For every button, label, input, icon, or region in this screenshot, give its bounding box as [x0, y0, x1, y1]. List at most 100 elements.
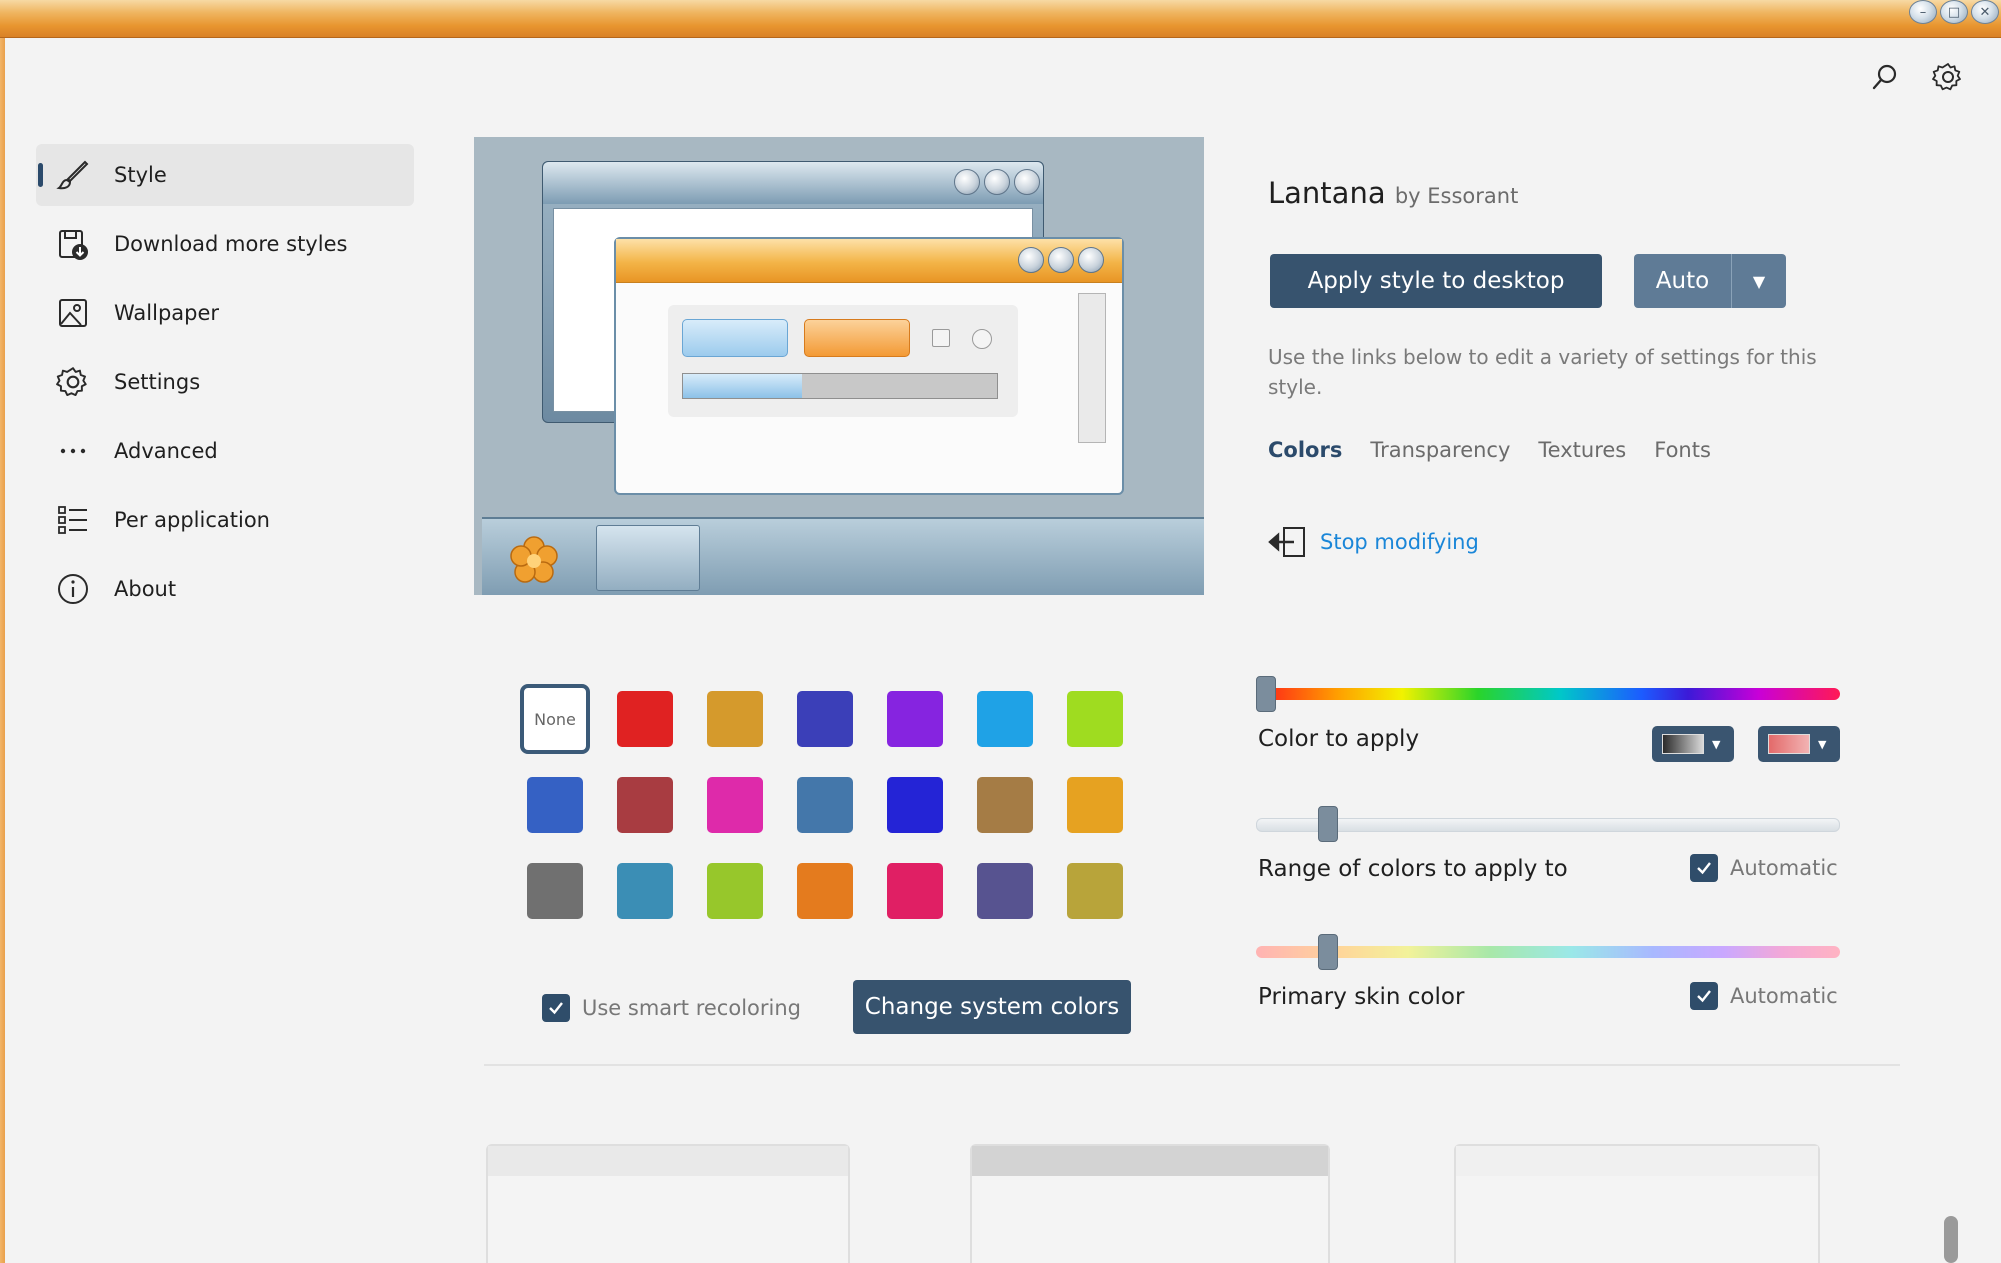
- apply-style-button[interactable]: Apply style to desktop: [1270, 254, 1602, 308]
- more-dots-icon: [56, 434, 90, 468]
- preview-circle-button: [954, 169, 980, 195]
- tab-textures[interactable]: Textures: [1538, 438, 1626, 462]
- download-styles-icon: [56, 227, 90, 261]
- color-swatch[interactable]: [887, 691, 943, 747]
- style-thumbnail-titlebar: [1456, 1146, 1818, 1176]
- settings-button[interactable]: [1931, 60, 1965, 94]
- sidebar-item-label: Download more styles: [114, 232, 348, 256]
- section-divider: [484, 1064, 1900, 1066]
- color-swatch[interactable]: [1067, 863, 1123, 919]
- hue-slider[interactable]: [1256, 688, 1840, 700]
- preview-controls-panel: [668, 305, 1018, 417]
- color-to-apply-label: Color to apply: [1258, 726, 1420, 752]
- preview-taskbar: [482, 517, 1204, 595]
- search-icon: [1872, 64, 1897, 90]
- color-swatch[interactable]: [977, 691, 1033, 747]
- preview-circle-button: [984, 169, 1010, 195]
- sidebar-item-label: About: [114, 577, 177, 601]
- color-swatch[interactable]: [617, 863, 673, 919]
- skin-color-slider[interactable]: [1256, 946, 1840, 958]
- chevron-down-icon: ▼: [1712, 737, 1721, 751]
- maximize-icon: □: [1947, 4, 1961, 20]
- sidebar-item-style[interactable]: Style: [36, 144, 414, 206]
- color-swatch[interactable]: [707, 777, 763, 833]
- close-button[interactable]: ✕: [1971, 0, 1999, 24]
- color-swatch[interactable]: [797, 691, 853, 747]
- color-swatch[interactable]: [527, 777, 583, 833]
- vertical-scrollbar-thumb[interactable]: [1944, 1216, 1958, 1263]
- preview-circle-button: [1018, 247, 1044, 273]
- skin-automatic-label: Automatic: [1730, 984, 1838, 1008]
- window-left-edge: [0, 38, 5, 1263]
- style-thumbnail[interactable]: [970, 1144, 1330, 1263]
- color-swatch[interactable]: [707, 863, 763, 919]
- stop-modifying-icon: [1268, 527, 1305, 557]
- sidebar-item-download-more-styles[interactable]: Download more styles: [36, 213, 414, 275]
- maximize-button[interactable]: □: [1940, 0, 1968, 24]
- color-picker-red[interactable]: ▼: [1758, 726, 1840, 762]
- style-title: Lantana by Essorant: [1268, 176, 1518, 210]
- color-picker-dark[interactable]: ▼: [1652, 726, 1734, 762]
- color-swatch[interactable]: [797, 777, 853, 833]
- change-system-colors-button[interactable]: Change system colors: [853, 980, 1131, 1034]
- color-swatch[interactable]: [977, 863, 1033, 919]
- minimize-icon: –: [1919, 4, 1927, 20]
- checkmark-icon[interactable]: [542, 994, 570, 1022]
- preview-scrollbar: [1078, 293, 1106, 443]
- color-range-slider-thumb[interactable]: [1318, 806, 1339, 842]
- color-swatch[interactable]: [617, 691, 673, 747]
- preview-circle-button: [1078, 247, 1104, 273]
- tab-transparency[interactable]: Transparency: [1370, 438, 1510, 462]
- style-author: by Essorant: [1394, 184, 1519, 208]
- sidebar-item-advanced[interactable]: Advanced: [36, 420, 414, 482]
- sidebar-item-label: Wallpaper: [114, 301, 220, 325]
- list-icon: [56, 503, 90, 537]
- skin-automatic-checkbox[interactable]: Automatic: [1690, 982, 1838, 1010]
- auto-button-label[interactable]: Auto: [1634, 254, 1732, 308]
- preview-progress-fill: [683, 374, 803, 398]
- color-swatch[interactable]: [1067, 777, 1123, 833]
- range-automatic-checkbox[interactable]: Automatic: [1690, 854, 1838, 882]
- color-swatch[interactable]: [1067, 691, 1123, 747]
- color-range-slider[interactable]: [1256, 818, 1840, 832]
- chevron-down-icon[interactable]: ▼: [1732, 254, 1786, 308]
- preview-front-window-buttons: [1018, 247, 1104, 273]
- sidebar-item-about[interactable]: About: [36, 558, 414, 620]
- color-swatch[interactable]: [617, 777, 673, 833]
- sidebar-item-settings[interactable]: Settings: [36, 351, 414, 413]
- stop-modifying-link[interactable]: Stop modifying: [1266, 524, 1479, 560]
- window-controls: – □ ✕: [1909, 0, 2001, 26]
- style-thumbnail[interactable]: [486, 1144, 850, 1263]
- hue-slider-thumb[interactable]: [1256, 676, 1276, 712]
- color-swatch[interactable]: [797, 863, 853, 919]
- sidebar-item-label: Style: [114, 163, 167, 187]
- skin-color-slider-thumb[interactable]: [1318, 934, 1339, 970]
- chevron-down-icon: ▼: [1818, 737, 1827, 751]
- checkmark-icon[interactable]: [1690, 854, 1718, 882]
- stop-modifying-label[interactable]: Stop modifying: [1320, 530, 1479, 554]
- color-swatch[interactable]: [527, 863, 583, 919]
- tab-fonts[interactable]: Fonts: [1654, 438, 1711, 462]
- close-icon: ✕: [1979, 4, 1991, 20]
- minimize-button[interactable]: –: [1909, 0, 1937, 24]
- search-button[interactable]: [1868, 60, 1902, 94]
- color-swatch[interactable]: [887, 777, 943, 833]
- style-thumbnail[interactable]: [1454, 1144, 1820, 1263]
- preview-radio: [972, 329, 992, 349]
- sidebar-item-per-application[interactable]: Per application: [36, 489, 414, 551]
- preview-checkbox: [932, 329, 950, 347]
- checkmark-icon[interactable]: [1690, 982, 1718, 1010]
- color-swatch[interactable]: [707, 691, 763, 747]
- sidebar-item-wallpaper[interactable]: Wallpaper: [36, 282, 414, 344]
- tab-colors[interactable]: Colors: [1268, 438, 1342, 462]
- color-swatch[interactable]: [887, 863, 943, 919]
- sidebar-nav: Style Download more styles Wallpaper Set…: [36, 144, 414, 627]
- color-swatch[interactable]: [977, 777, 1033, 833]
- sidebar-item-label: Per application: [114, 508, 270, 532]
- color-swatch-grid: None: [520, 684, 1124, 920]
- swatch-none[interactable]: None: [520, 684, 590, 754]
- auto-split-button[interactable]: Auto ▼: [1634, 254, 1786, 308]
- style-preview-image: [474, 137, 1204, 595]
- gear-icon: [56, 365, 90, 399]
- smart-recoloring-checkbox[interactable]: Use smart recoloring: [542, 994, 801, 1022]
